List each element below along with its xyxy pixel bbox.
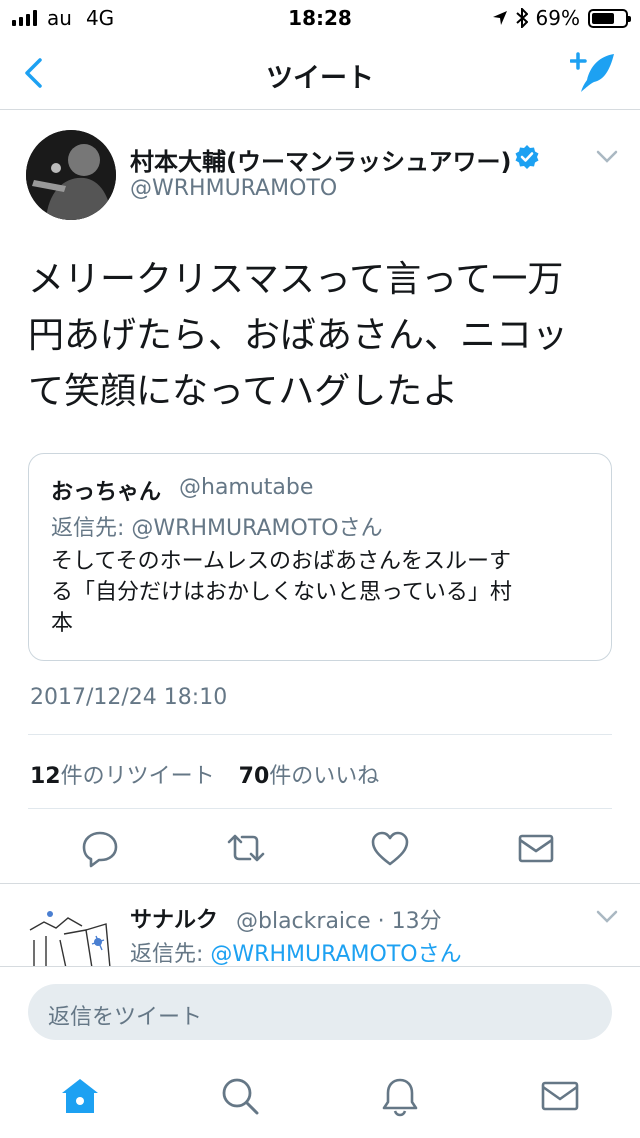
reply-author-name[interactable]: サナルク bbox=[130, 902, 218, 934]
reply-author-avatar[interactable] bbox=[26, 900, 114, 968]
reply-reply-to: 返信先: @WRHMURAMOTOさん bbox=[130, 936, 462, 968]
verified-badge-icon bbox=[515, 145, 539, 169]
quoted-reply-to: 返信先: @WRHMURAMOTOさん bbox=[51, 516, 383, 541]
divider bbox=[0, 883, 640, 884]
location-icon bbox=[492, 11, 507, 25]
tweet-text-line: メリークリスマスって言って一万 bbox=[28, 259, 564, 300]
chevron-down-icon[interactable] bbox=[596, 910, 618, 924]
reply-to-link[interactable]: @WRHMURAMOTOさん bbox=[210, 942, 461, 967]
like-heart-icon[interactable] bbox=[368, 826, 412, 870]
quoted-author-handle: @hamutabe bbox=[179, 475, 314, 500]
quoted-text-line: そしてそのホームレスのおばあさんをスルーす bbox=[51, 549, 512, 574]
reply-to-prefix: 返信先: bbox=[130, 942, 211, 967]
retweet-count: 12 bbox=[30, 764, 61, 789]
bluetooth-icon bbox=[515, 8, 528, 28]
direct-message-icon[interactable] bbox=[514, 826, 558, 870]
tweet-text-line: 円あげたら、おばあさん、ニコッ bbox=[28, 315, 569, 356]
status-bar: au 4G 18:28 69% bbox=[0, 0, 640, 36]
divider bbox=[28, 808, 612, 809]
quoted-text: そしてそのホームレスのおばあさんをスルーす る「自分だけはおかしくないと思ってい… bbox=[51, 546, 591, 639]
divider bbox=[28, 734, 612, 735]
reply-tweet-input[interactable]: 返信をツイート bbox=[28, 984, 612, 1040]
quoted-author-name: おっちゃん bbox=[51, 480, 162, 505]
messages-icon[interactable] bbox=[538, 1074, 582, 1118]
navigation-bar: ツイート bbox=[0, 36, 640, 110]
tweet-timestamp: 2017/12/24 18:10 bbox=[30, 685, 228, 710]
retweet-icon[interactable] bbox=[224, 826, 268, 870]
tweet-stats: 12件のリツイート 70件のいいね bbox=[30, 758, 379, 790]
like-stat[interactable]: 70件のいいね bbox=[239, 764, 380, 789]
tweet-actions bbox=[0, 826, 640, 870]
tweet-text-line: て笑顔になってハグしたよ bbox=[28, 371, 459, 412]
author-avatar[interactable] bbox=[26, 130, 116, 220]
home-icon[interactable] bbox=[58, 1074, 102, 1118]
compose-tweet-icon[interactable] bbox=[570, 50, 618, 94]
retweet-label: 件のリツイート bbox=[60, 764, 215, 789]
author-name[interactable]: 村本大輔(ウーマンラッシュアワー) bbox=[130, 142, 511, 177]
reply-handle-time: @blackraice · 13分 bbox=[236, 909, 442, 934]
search-icon[interactable] bbox=[218, 1074, 262, 1118]
tweet-text: メリークリスマスって言って一万 円あげたら、おばあさん、ニコッ て笑顔になってハ… bbox=[28, 252, 618, 420]
tab-bar bbox=[0, 1060, 640, 1138]
battery-percent: 69% bbox=[535, 6, 580, 30]
like-count: 70 bbox=[238, 764, 270, 789]
quoted-text-line: 本 bbox=[51, 611, 74, 636]
reply-input-placeholder: 返信をツイート bbox=[48, 1005, 203, 1030]
like-label: 件のいいね bbox=[269, 764, 380, 789]
notifications-bell-icon[interactable] bbox=[378, 1074, 422, 1118]
quoted-text-line: る「自分だけはおかしくないと思っている」村 bbox=[51, 580, 512, 605]
reply-icon[interactable] bbox=[78, 826, 122, 870]
retweet-stat[interactable]: 12件のリツイート bbox=[30, 764, 215, 789]
page-title: ツイート bbox=[266, 63, 374, 94]
author-handle[interactable]: @WRHMURAMOTO bbox=[130, 176, 337, 201]
quoted-tweet[interactable]: おっちゃん @hamutabe 返信先: @WRHMURAMOTOさん そしてそ… bbox=[28, 453, 612, 661]
battery-icon bbox=[588, 8, 631, 28]
chevron-down-icon[interactable] bbox=[596, 150, 618, 164]
